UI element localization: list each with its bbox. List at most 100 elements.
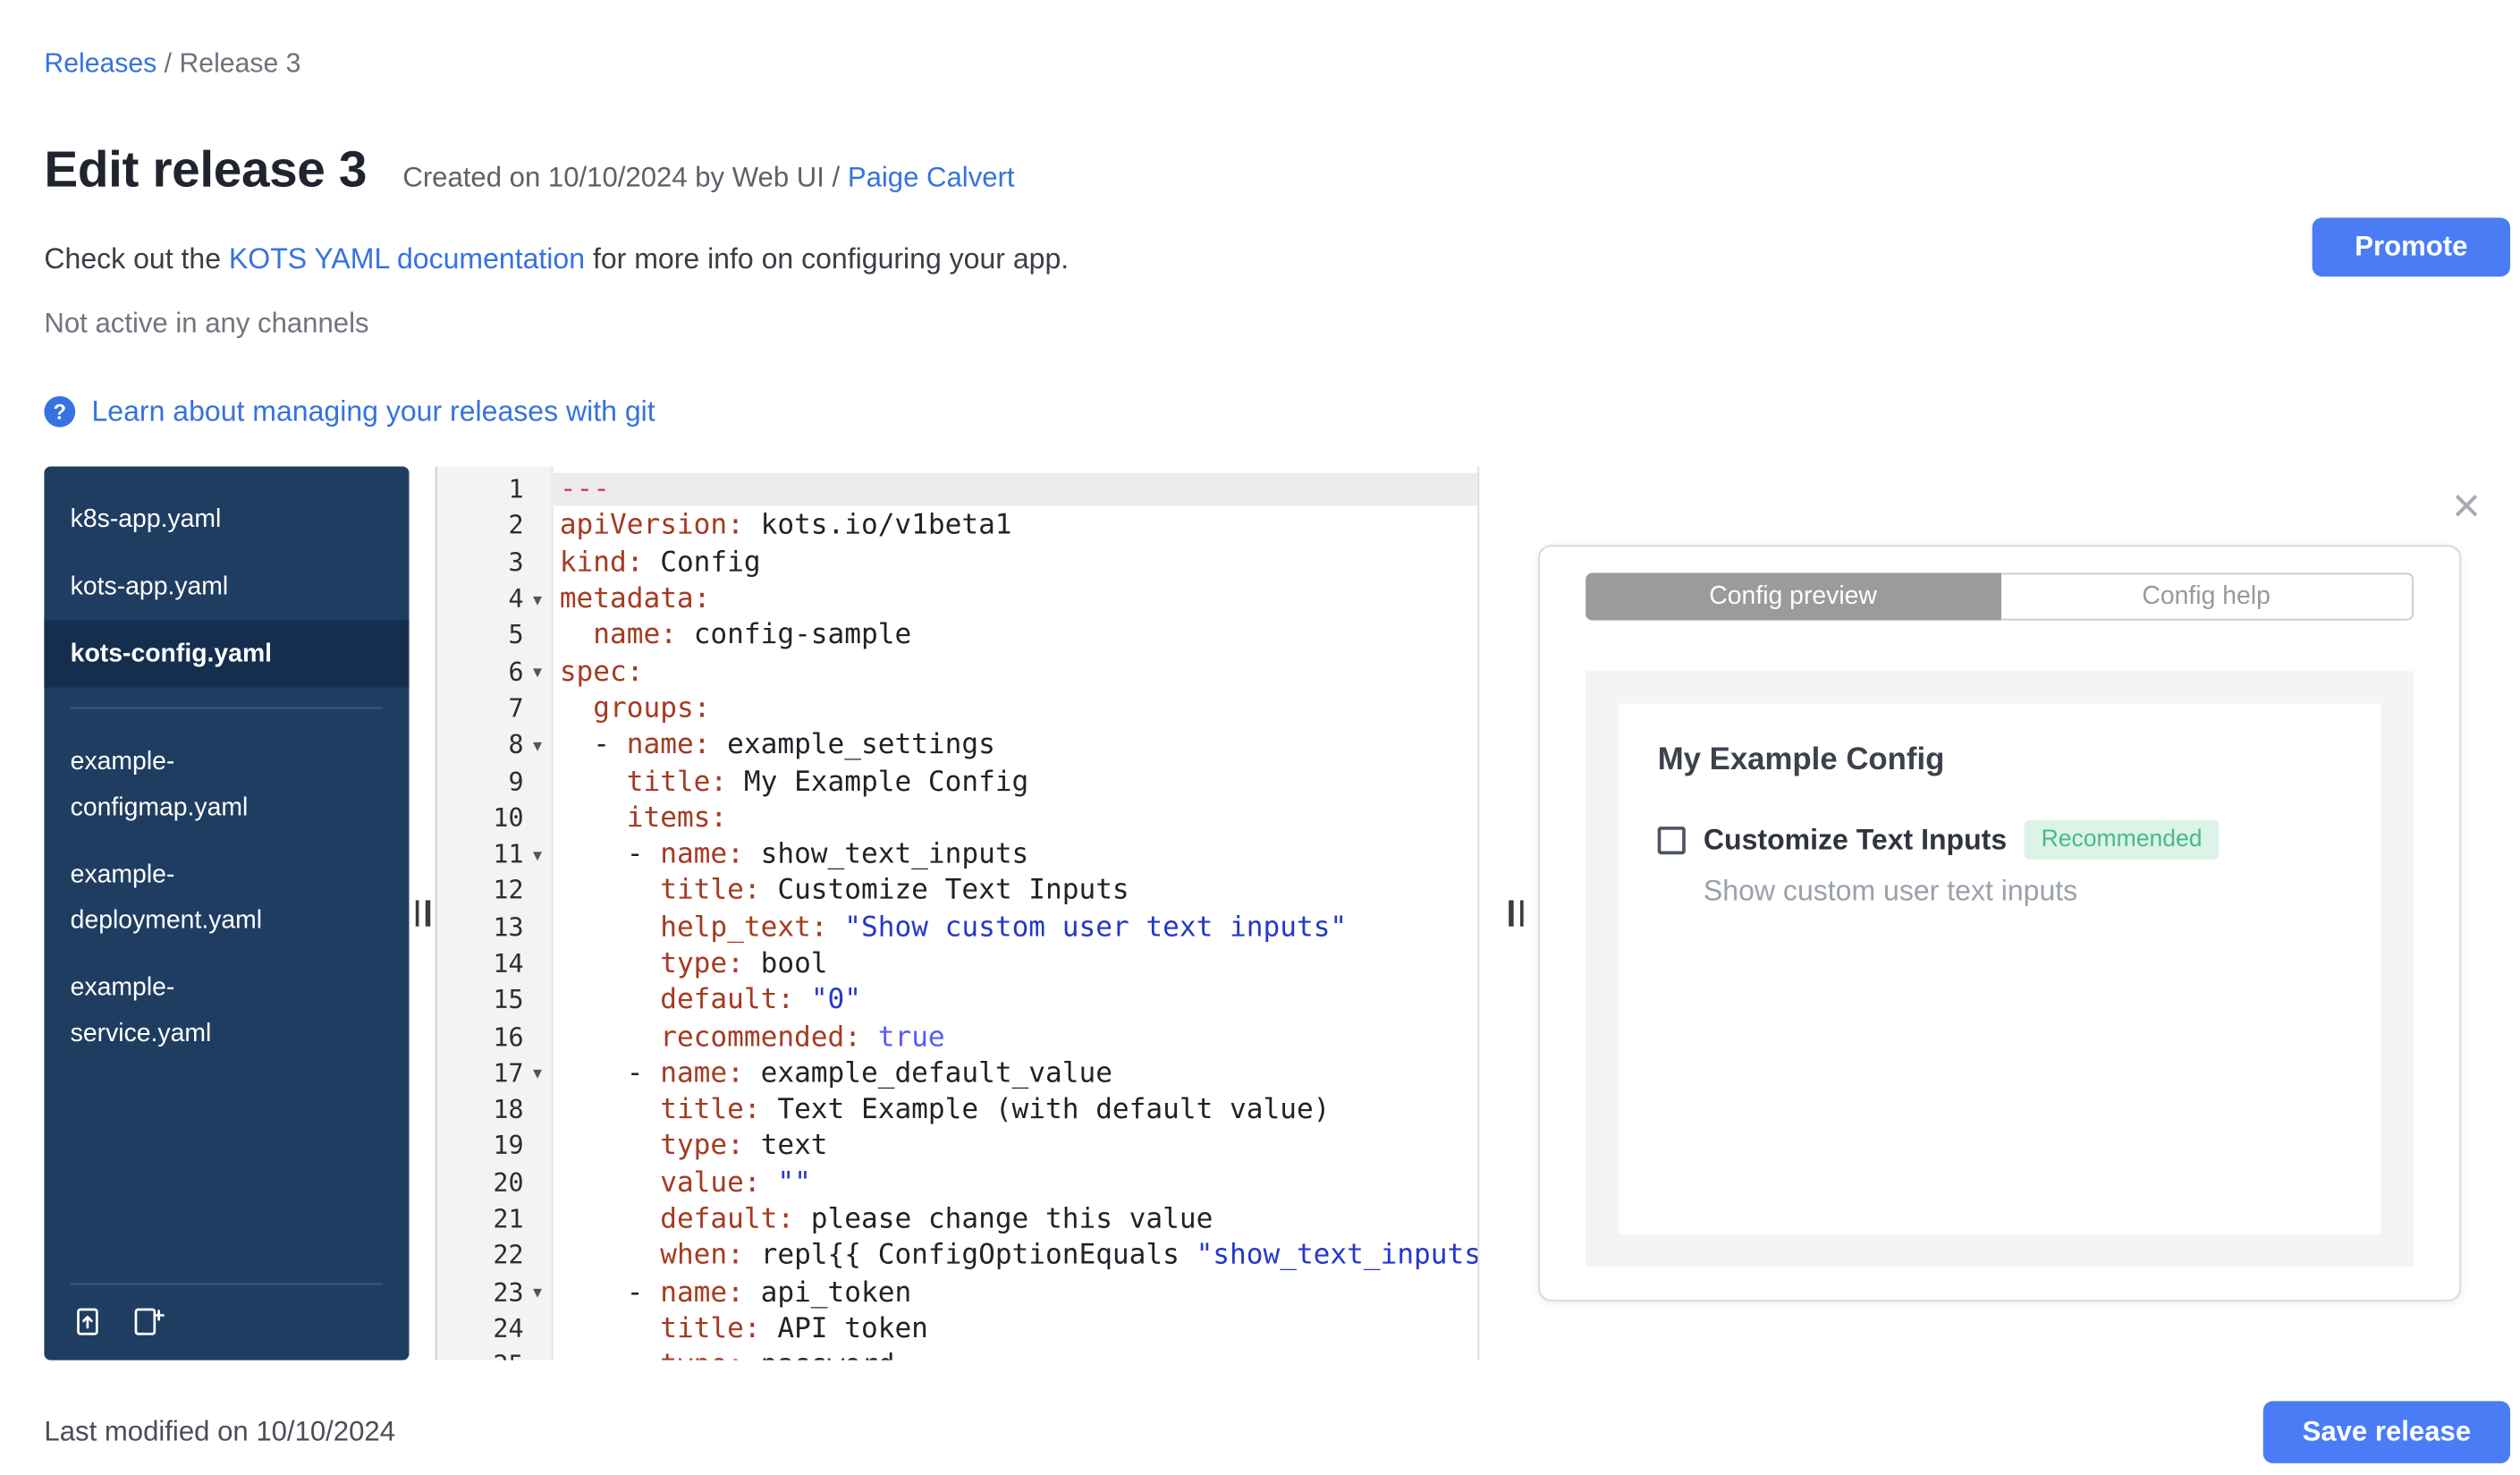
fold-chevron-icon[interactable]: ▾ [524,1063,552,1084]
code-line-17[interactable]: 17 ▾ - name: example_default_value [437,1055,1478,1092]
line-number: 16 [493,1021,524,1052]
line-number: 2 [508,511,524,541]
file-item-example-deployment-yaml[interactable]: example-deployment.yaml [44,842,409,954]
line-number: 6 [508,657,524,687]
code-line-13[interactable]: 13 help_text: "Show custom user text inp… [437,910,1478,946]
line-number: 7 [508,693,524,724]
line-number: 11 [493,839,524,869]
code-line-19[interactable]: 19 type: text [437,1128,1478,1165]
close-icon[interactable]: × [2452,482,2481,532]
code-line-6[interactable]: 6 ▾ spec: [437,654,1478,691]
preview-resize-handle[interactable] [1509,900,1524,927]
config-item-row: Customize Text Inputs Recommended [1657,819,2342,860]
question-mark-icon[interactable]: ? [44,395,76,428]
kots-docs-link[interactable]: KOTS YAML documentation [229,242,585,276]
line-number: 13 [493,912,524,943]
breadcrumb-releases-link[interactable]: Releases [44,49,156,79]
code-line-10[interactable]: 10 items: [437,800,1478,836]
code-line-12[interactable]: 12 title: Customize Text Inputs [437,873,1478,910]
file-item-kots-app-yaml[interactable]: kots-app.yaml [44,554,409,621]
code-line-7[interactable]: 7 groups: [437,691,1478,727]
code-text: default: "0" [660,984,862,1017]
line-number: 10 [493,803,524,834]
tab-config-preview[interactable]: Config preview [1586,572,2001,621]
code-text: - name: api_token [559,1276,912,1310]
sidebar-footer [44,1283,409,1361]
code-line-8[interactable]: 8 ▾ - name: example_settings [437,727,1478,764]
sidebar-resize-handle[interactable] [414,900,430,927]
line-number: 12 [493,876,524,906]
save-release-button[interactable]: Save release [2262,1401,2511,1463]
new-file-icon[interactable] [131,1304,165,1338]
code-line-4[interactable]: 4 ▾ metadata: [437,581,1478,617]
file-list: k8s-app.yaml kots-app.yaml kots-config.yam… [44,486,410,1067]
line-number: 17 [493,1058,524,1089]
code-line-25[interactable]: 25 type: password [437,1347,1478,1360]
fold-chevron-icon[interactable]: ▾ [524,844,552,865]
code-line-2[interactable]: 2 apiVersion: kots.io/v1beta1 [437,508,1478,545]
code-editor[interactable]: 1 --- 2 apiVersion: kots.io/v1beta1 3 kind: C… [435,466,1478,1361]
code-text: type: text [660,1130,828,1164]
file-item-label: kots-app.yaml [70,572,229,600]
author-link[interactable]: Paige Calvert [848,162,1015,193]
line-number: 21 [493,1204,524,1234]
config-form: My Example Config Customize Text Inputs … [1618,703,2381,1234]
file-item-label: example-configmap.yaml [70,747,249,821]
promote-button[interactable]: Promote [2312,217,2511,277]
fold-chevron-icon[interactable]: ▾ [524,1282,552,1303]
code-line-16[interactable]: 16 recommended: true [437,1019,1478,1055]
line-number: 14 [493,949,524,979]
code-text: value: "" [660,1166,811,1199]
channel-status: Not active in any channels [44,308,369,339]
fold-chevron-icon[interactable]: ▾ [524,662,552,682]
file-item-kots-config-yaml[interactable]: kots-config.yaml [44,620,410,688]
code-text: title: Customize Text Inputs [660,874,1129,908]
file-item-example-service-yaml[interactable]: example-service.yaml [44,954,409,1067]
code-text: type: bool [660,947,828,981]
code-text: - name: example_settings [559,728,995,762]
code-line-20[interactable]: 20 value: "" [437,1165,1478,1201]
tab-config-help[interactable]: Config help [2000,572,2414,621]
fold-chevron-icon[interactable]: ▾ [524,589,552,610]
created-text: Created on 10/10/2024 by Web UI / [402,162,848,193]
code-text: title: Text Example (with default value) [660,1093,1331,1127]
customize-text-inputs-checkbox[interactable] [1657,826,1686,854]
code-line-23[interactable]: 23 ▾ - name: api_token [437,1275,1478,1311]
fold-chevron-icon[interactable]: ▾ [524,734,552,756]
code-line-18[interactable]: 18 title: Text Example (with default val… [437,1092,1478,1129]
line-number: 19 [493,1132,524,1162]
code-line-5[interactable]: 5 name: config-sample [437,617,1478,654]
code-text: kind: Config [559,546,761,580]
code-text: when: repl{{ ConfigOptionEquals "show_te… [660,1239,1478,1273]
config-item-label: Customize Text Inputs [1703,822,2008,856]
code-line-9[interactable]: 9 title: My Example Config [437,763,1478,800]
doc-text-before: Check out the [44,242,229,276]
page: Releases / Release 3 Edit release 3 Crea… [0,0,2520,1475]
file-item-label: k8s-app.yaml [70,504,222,533]
code-line-24[interactable]: 24 title: API token [437,1310,1478,1347]
line-number: 4 [508,584,524,615]
git-releases-link[interactable]: Learn about managing your releases with … [91,394,655,428]
code-text: items: [626,801,728,835]
code-line-11[interactable]: 11 ▾ - name: show_text_inputs [437,836,1478,873]
code-lines: 1 --- 2 apiVersion: kots.io/v1beta1 3 kind: C… [437,467,1478,1361]
upload-file-icon[interactable] [71,1304,105,1338]
preview-pane: × Config preview Config help My Example … [1477,466,2511,1361]
code-line-3[interactable]: 3 kind: Config [437,545,1478,581]
breadcrumb-separator: / [156,48,180,79]
created-info: Created on 10/10/2024 by Web UI / Paige … [402,162,1014,195]
code-line-21[interactable]: 21 default: please change this value [437,1201,1478,1238]
code-line-14[interactable]: 14 type: bool [437,945,1478,982]
code-line-15[interactable]: 15 default: "0" [437,982,1478,1019]
line-number: 1 [508,474,524,504]
code-line-1[interactable]: 1 --- [437,471,1478,508]
code-text: name: config-sample [593,619,912,652]
file-item-example-configmap-yaml[interactable]: example-configmap.yaml [44,728,409,841]
line-number: 8 [508,730,524,760]
config-preview-card: Config preview Config help My Example Co… [1538,545,2462,1301]
file-item-k8s-app-yaml[interactable]: k8s-app.yaml [44,486,409,553]
sidebar-resize-gap [409,467,435,1361]
config-item-help-text: Show custom user text inputs [1703,874,2078,907]
code-text: --- [551,473,1478,506]
code-line-22[interactable]: 22 when: repl{{ ConfigOptionEquals "show… [437,1238,1478,1275]
